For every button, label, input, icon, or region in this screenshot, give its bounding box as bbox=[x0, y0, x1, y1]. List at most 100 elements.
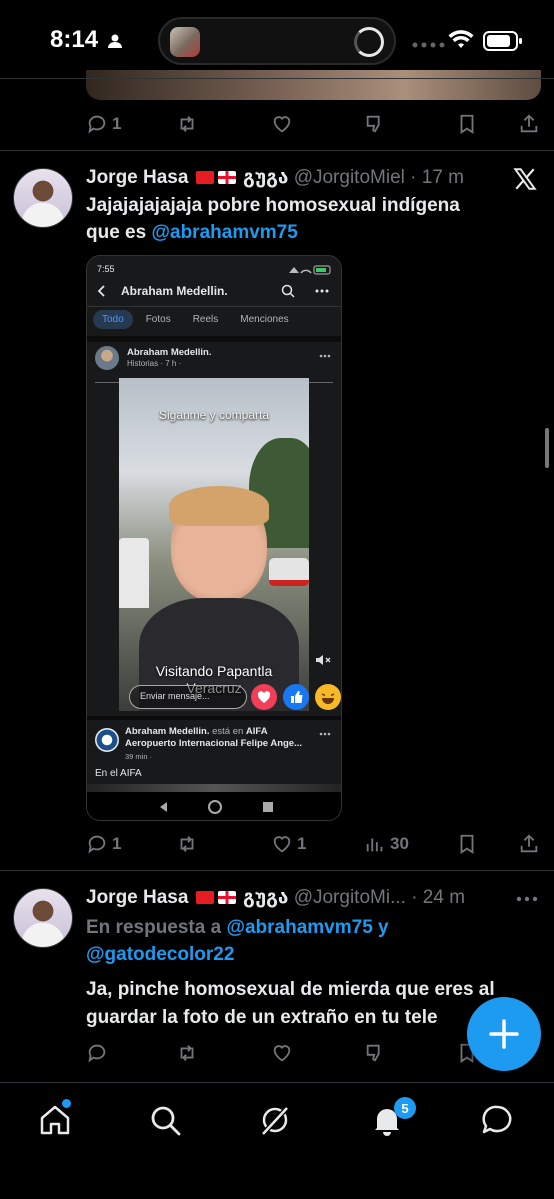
embedded-tabs: Todo Fotos Reels Menciones bbox=[93, 310, 298, 329]
views-chart-icon bbox=[366, 838, 383, 852]
previous-tweet-media[interactable] bbox=[86, 70, 541, 100]
divider bbox=[87, 306, 341, 307]
embedded-search-icon[interactable] bbox=[281, 284, 295, 298]
retweet-button[interactable] bbox=[176, 833, 198, 855]
embedded-post-more-icon bbox=[319, 354, 331, 358]
wifi-icon bbox=[448, 30, 474, 50]
message-bubble-icon bbox=[482, 1105, 512, 1134]
divider bbox=[87, 336, 341, 342]
divider bbox=[0, 150, 554, 151]
mention-link[interactable]: @abrahamvm75 bbox=[226, 917, 372, 938]
like-button[interactable]: 1 bbox=[271, 833, 306, 855]
display-name[interactable]: Jorge Hasa bbox=[86, 167, 188, 188]
embedded-more-icon[interactable] bbox=[315, 289, 329, 293]
checkin-caption: En el AIFA bbox=[95, 768, 142, 779]
tweet-image[interactable]: 7:55 Abraham Medellin. Todo Fotos Reels … bbox=[86, 255, 342, 821]
like-reaction-icon[interactable] bbox=[283, 684, 309, 710]
retweet-button[interactable] bbox=[176, 1042, 198, 1064]
handle[interactable]: @JorgitoMiel bbox=[294, 167, 405, 188]
checkin-avatar bbox=[95, 728, 119, 752]
heart-icon bbox=[273, 116, 291, 133]
battery-icon bbox=[483, 30, 523, 52]
dislike-icon bbox=[366, 115, 380, 133]
albania-flag-icon bbox=[195, 171, 214, 185]
retweet-icon bbox=[180, 116, 194, 132]
mute-icon[interactable] bbox=[315, 654, 331, 666]
compose-button[interactable] bbox=[467, 997, 541, 1071]
bookmark-icon bbox=[460, 834, 474, 854]
notifications-tab[interactable]: 5 bbox=[370, 1097, 416, 1137]
person-icon bbox=[107, 33, 123, 49]
grok-tab[interactable] bbox=[258, 1103, 292, 1137]
hair bbox=[169, 486, 269, 526]
mention-link[interactable]: @abrahamvm75 bbox=[151, 222, 297, 243]
retweet-icon bbox=[180, 1045, 194, 1061]
albania-flag-icon bbox=[195, 891, 214, 905]
display-name[interactable]: Jorge Hasa bbox=[86, 887, 188, 908]
reply-button[interactable]: 1 bbox=[86, 113, 121, 135]
send-message-input[interactable]: Enviar mensaje... bbox=[129, 685, 247, 709]
reply-button[interactable]: 1 bbox=[86, 833, 121, 855]
avatar[interactable] bbox=[13, 168, 73, 228]
share-button[interactable] bbox=[518, 833, 540, 855]
retweet-icon bbox=[180, 836, 194, 852]
share-button[interactable] bbox=[518, 113, 540, 135]
handle[interactable]: @JorgitoMi... bbox=[294, 887, 406, 908]
retweet-button[interactable] bbox=[176, 113, 198, 135]
home-notification-dot bbox=[62, 1099, 71, 1108]
embedded-clock: 7:55 bbox=[97, 264, 115, 274]
embedded-page-title: Abraham Medellin. bbox=[121, 284, 228, 298]
bottom-tab-bar: 5 bbox=[0, 1082, 554, 1199]
x-logo-icon[interactable] bbox=[512, 166, 538, 192]
view-count: 30 bbox=[390, 834, 409, 853]
love-reaction-icon[interactable] bbox=[251, 684, 277, 710]
notifications-badge: 5 bbox=[394, 1097, 416, 1119]
tweet-header: Jorge Hasa გუგა @JorgitoMi... · 24 m bbox=[86, 886, 465, 909]
reply-icon bbox=[88, 115, 106, 134]
home-icon bbox=[40, 1105, 70, 1135]
tab-fotos[interactable]: Fotos bbox=[137, 310, 180, 329]
haha-reaction-icon[interactable] bbox=[315, 684, 341, 710]
story-photo[interactable]: Siganme y comparta Visitando Papantla Ve… bbox=[119, 378, 309, 711]
share-icon bbox=[520, 834, 538, 853]
mention-link[interactable]: @gatodecolor22 bbox=[86, 944, 234, 965]
messages-tab[interactable] bbox=[480, 1103, 514, 1137]
checkin-meta: 39 min · bbox=[125, 752, 153, 761]
signal-dots-icon bbox=[412, 42, 448, 48]
views-button[interactable]: 30 bbox=[364, 833, 409, 855]
more-options-icon[interactable] bbox=[516, 896, 538, 902]
share-icon bbox=[520, 114, 538, 133]
bookmark-icon bbox=[460, 114, 474, 134]
android-nav-bar bbox=[87, 792, 341, 820]
dynamic-island[interactable] bbox=[158, 17, 396, 65]
status-time: 8:14 bbox=[50, 26, 123, 54]
search-icon bbox=[151, 1106, 181, 1136]
dislike-button[interactable] bbox=[364, 113, 386, 135]
search-tab[interactable] bbox=[148, 1103, 182, 1137]
avatar[interactable] bbox=[13, 888, 73, 948]
back-arrow-icon[interactable] bbox=[95, 284, 109, 298]
heart-icon bbox=[273, 836, 291, 853]
scrollbar[interactable] bbox=[545, 428, 549, 468]
embedded-avatar bbox=[95, 346, 119, 370]
tweet-header: Jorge Hasa გუგა @JorgitoMiel · 17 m bbox=[86, 166, 464, 189]
plus-icon bbox=[489, 1019, 519, 1049]
tab-reels[interactable]: Reels bbox=[184, 310, 228, 329]
like-button[interactable] bbox=[271, 113, 293, 135]
embedded-status-icons bbox=[287, 265, 335, 275]
timestamp: · 24 m bbox=[411, 887, 466, 908]
reply-button[interactable] bbox=[86, 1042, 108, 1064]
recording-ring-icon bbox=[354, 27, 384, 57]
divider bbox=[87, 716, 341, 720]
bookmark-button[interactable] bbox=[456, 113, 478, 135]
taxi bbox=[269, 558, 309, 586]
dislike-button[interactable] bbox=[364, 1042, 386, 1064]
bookmark-button[interactable] bbox=[456, 833, 478, 855]
timestamp: · 17 m bbox=[410, 167, 464, 188]
divider bbox=[0, 78, 554, 79]
reply-icon bbox=[88, 1044, 106, 1063]
tab-menciones[interactable]: Menciones bbox=[231, 310, 297, 329]
tab-todo[interactable]: Todo bbox=[93, 310, 133, 329]
home-tab[interactable] bbox=[38, 1099, 72, 1137]
like-button[interactable] bbox=[271, 1042, 293, 1064]
